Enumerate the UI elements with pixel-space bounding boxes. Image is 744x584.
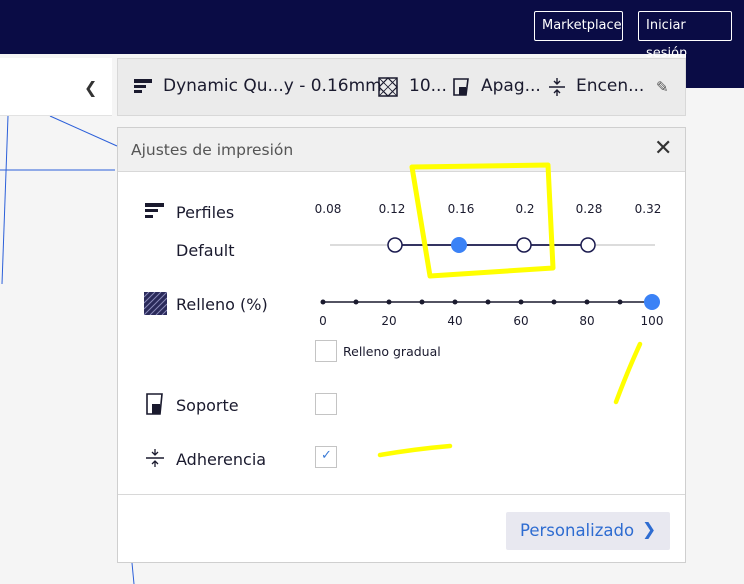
annotation-box xyxy=(409,162,556,279)
annotation-stroke xyxy=(613,341,643,405)
annotation-overlay xyxy=(377,162,643,458)
annotation-stroke xyxy=(377,443,453,458)
